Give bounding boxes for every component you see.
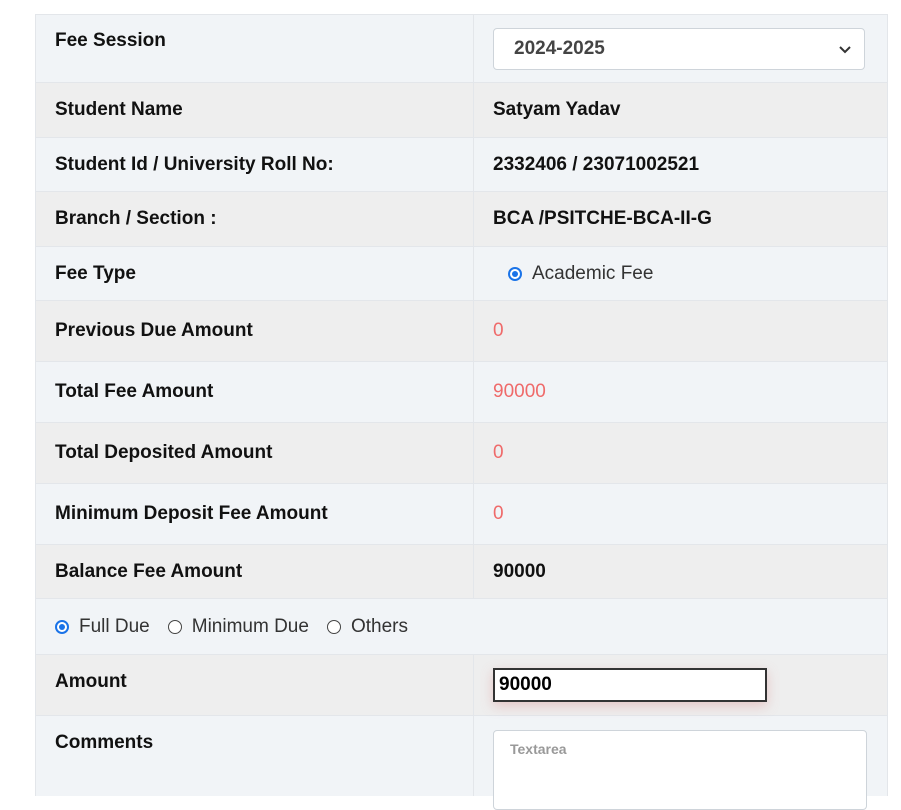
student-name-label: Student Name bbox=[36, 83, 474, 137]
fee-form-table: Fee Session 2024-2025 Student Name Satya… bbox=[35, 14, 888, 810]
comments-textarea[interactable]: Textarea bbox=[493, 730, 867, 810]
branch-label: Branch / Section : bbox=[36, 192, 474, 246]
previous-due-value: 0 bbox=[493, 320, 504, 341]
full-due-option[interactable]: Full Due bbox=[55, 616, 150, 638]
minimum-due-radio[interactable] bbox=[167, 619, 182, 634]
minimum-due-label: Minimum Due bbox=[191, 615, 309, 637]
comments-cell: Textarea bbox=[474, 716, 887, 810]
student-name-value: Satyam Yadav bbox=[493, 99, 621, 120]
balance-fee-label: Balance Fee Amount bbox=[36, 545, 474, 598]
fee-session-select[interactable]: 2024-2025 bbox=[493, 27, 865, 70]
fee-type-row: Fee Type Academic Fee bbox=[36, 247, 887, 301]
academic-fee-radio-option[interactable]: Academic Fee bbox=[508, 263, 653, 285]
total-deposited-row: Total Deposited Amount 0 bbox=[36, 423, 887, 484]
amount-cell: 90000 bbox=[474, 655, 887, 715]
total-deposited-label: Total Deposited Amount bbox=[36, 423, 474, 483]
student-id-value: 2332406 / 23071002521 bbox=[493, 153, 700, 175]
total-deposited-value: 0 bbox=[493, 442, 504, 463]
amount-input[interactable]: 90000 bbox=[493, 668, 767, 702]
branch-row: Branch / Section : BCA /PSITCHE-BCA-II-G bbox=[36, 192, 887, 247]
balance-fee-row: Balance Fee Amount 90000 bbox=[36, 545, 887, 599]
balance-fee-value: 90000 bbox=[493, 560, 546, 582]
amount-row: Amount 90000 bbox=[36, 655, 887, 716]
comments-row: Comments Textarea bbox=[36, 716, 887, 810]
fee-type-cell: Academic Fee bbox=[474, 247, 887, 300]
others-radio[interactable] bbox=[326, 619, 341, 634]
previous-due-row: Previous Due Amount 0 bbox=[36, 301, 887, 362]
fee-session-cell: 2024-2025 bbox=[474, 15, 887, 82]
previous-due-label: Previous Due Amount bbox=[36, 301, 474, 361]
minimum-deposit-row: Minimum Deposit Fee Amount 0 bbox=[36, 484, 887, 545]
minimum-due-option[interactable]: Minimum Due bbox=[167, 615, 309, 638]
student-name-row: Student Name Satyam Yadav bbox=[36, 83, 887, 138]
minimum-deposit-label: Minimum Deposit Fee Amount bbox=[36, 484, 474, 544]
total-fee-row: Total Fee Amount 90000 bbox=[36, 362, 887, 423]
chevron-down-icon bbox=[839, 45, 851, 53]
academic-fee-label: Academic Fee bbox=[532, 262, 654, 284]
comments-label: Comments bbox=[36, 716, 474, 796]
student-id-row: Student Id / University Roll No: 2332406… bbox=[36, 138, 887, 192]
fee-session-label: Fee Session bbox=[36, 15, 474, 82]
others-option[interactable]: Others bbox=[326, 615, 408, 638]
full-due-label: Full Due bbox=[79, 615, 150, 637]
fee-type-label: Fee Type bbox=[36, 247, 474, 300]
fee-session-selected-value: 2024-2025 bbox=[514, 37, 605, 59]
due-options-group: Full Due Minimum Due Others bbox=[36, 599, 887, 654]
total-fee-value: 90000 bbox=[493, 381, 546, 402]
full-due-radio[interactable] bbox=[55, 619, 69, 634]
minimum-deposit-value: 0 bbox=[493, 503, 504, 524]
amount-label: Amount bbox=[36, 655, 474, 715]
others-label: Others bbox=[350, 615, 408, 637]
total-fee-label: Total Fee Amount bbox=[36, 362, 474, 422]
fee-session-row: Fee Session 2024-2025 bbox=[36, 15, 887, 83]
branch-value: BCA /PSITCHE-BCA-II-G bbox=[493, 208, 712, 229]
academic-fee-radio[interactable] bbox=[508, 266, 522, 281]
student-id-label: Student Id / University Roll No: bbox=[36, 138, 474, 191]
due-options-row: Full Due Minimum Due Others bbox=[36, 599, 887, 655]
